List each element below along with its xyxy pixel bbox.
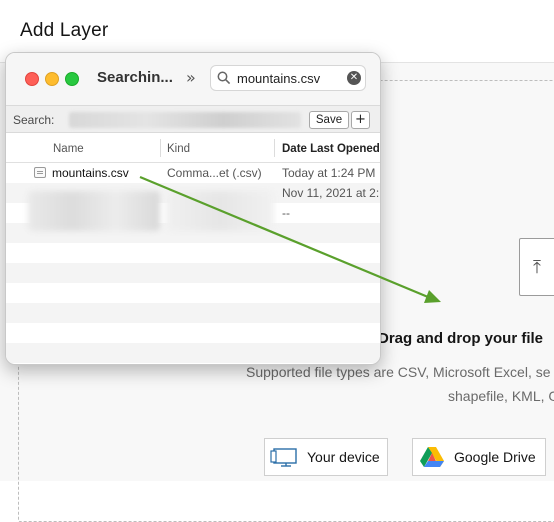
- zoom-window-button[interactable]: [65, 72, 79, 86]
- your-device-label: Your device: [307, 449, 380, 465]
- drop-title: Drag and drop your file: [378, 330, 544, 347]
- file-name[interactable]: mountains.csv: [52, 166, 129, 180]
- double-chevron-right-icon[interactable]: »: [186, 68, 196, 87]
- empty-row: [6, 243, 380, 263]
- your-device-button[interactable]: Your device: [264, 438, 388, 476]
- empty-row: [6, 283, 380, 303]
- google-drive-button[interactable]: Google Drive: [412, 438, 546, 476]
- csv-file-icon: [34, 167, 46, 178]
- google-drive-label: Google Drive: [454, 449, 536, 465]
- monitor-icon: [270, 448, 297, 467]
- search-field[interactable]: mountains.csv ✕: [210, 65, 366, 91]
- close-window-button[interactable]: [25, 72, 39, 86]
- minimize-window-button[interactable]: [45, 72, 59, 86]
- search-scope-bar: Search: Save +: [6, 105, 380, 133]
- search-scope-options[interactable]: [69, 112, 301, 128]
- search-value: mountains.csv: [237, 71, 321, 86]
- file-date: Today at 1:24 PM: [282, 166, 376, 180]
- column-kind[interactable]: Kind: [167, 143, 190, 155]
- add-criteria-button[interactable]: +: [351, 111, 370, 129]
- column-name[interactable]: Name: [53, 143, 84, 155]
- column-divider[interactable]: [274, 139, 275, 157]
- dialog-title: Add Layer: [20, 20, 109, 41]
- column-date-last-opened[interactable]: Date Last Opened: [282, 143, 380, 155]
- column-divider[interactable]: [160, 139, 161, 157]
- empty-row: [6, 303, 380, 323]
- window-title: Searchin...: [97, 69, 173, 86]
- finder-titlebar[interactable]: Searchin... » mountains.csv ✕: [6, 53, 380, 105]
- search-icon: [217, 71, 231, 85]
- empty-row: [6, 263, 380, 283]
- empty-row: [6, 323, 380, 343]
- column-header: Name Kind Date Last Opened: [6, 133, 380, 163]
- google-drive-icon: [420, 447, 444, 467]
- drop-subtitle-line1: Supported file types are CSV, Microsoft …: [246, 364, 551, 380]
- redacted-kinds: [166, 191, 274, 231]
- drop-subtitle-line2: shapefile, KML, G: [448, 388, 554, 404]
- finder-window[interactable]: Searchin... » mountains.csv ✕ Search: Sa…: [5, 52, 381, 365]
- file-date: Nov 11, 2021 at 2:: [282, 186, 380, 200]
- clear-icon[interactable]: ✕: [347, 71, 361, 85]
- upload-arrow-icon: ⤒: [533, 257, 541, 278]
- file-date: --: [282, 206, 290, 220]
- search-scope-label: Search:: [13, 113, 55, 127]
- save-search-button[interactable]: Save: [309, 111, 349, 129]
- redacted-names: [28, 191, 160, 231]
- table-row[interactable]: mountains.csv Comma...et (.csv) Today at…: [6, 163, 380, 183]
- upload-document-icon: ⤒: [519, 238, 554, 296]
- file-kind: Comma...et (.csv): [167, 166, 262, 180]
- empty-row: [6, 343, 380, 363]
